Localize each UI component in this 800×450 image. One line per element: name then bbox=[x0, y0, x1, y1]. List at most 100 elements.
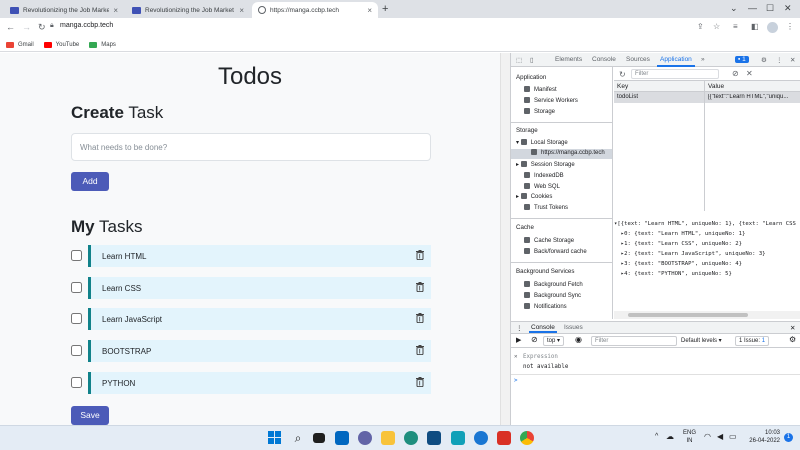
drawer-tab-console[interactable]: Console bbox=[529, 324, 557, 333]
horizontal-scrollbar[interactable] bbox=[614, 311, 800, 319]
gear-icon[interactable]: ⚙ bbox=[761, 56, 767, 64]
trash-icon[interactable] bbox=[416, 345, 424, 356]
object-entry[interactable]: ▸1: {text: "Learn CSS", uniqueNo: 2} bbox=[614, 241, 742, 247]
notification-badge[interactable]: 1 bbox=[784, 433, 793, 442]
task-label[interactable]: PYTHON bbox=[102, 379, 135, 388]
sidebar-item-service-workers[interactable]: Service Workers bbox=[524, 97, 578, 104]
bookmark-maps[interactable]: Maps bbox=[89, 41, 116, 48]
close-icon[interactable]: ✕ bbox=[790, 324, 795, 332]
edge-icon[interactable] bbox=[404, 431, 418, 445]
bookmark-youtube[interactable]: YouTube bbox=[43, 41, 79, 48]
close-window-icon[interactable]: ✕ bbox=[784, 3, 792, 14]
sidebar-item-local-storage[interactable]: ▾ Local Storage bbox=[516, 139, 568, 146]
sidebar-item-session-storage[interactable]: ▸ Session Storage bbox=[516, 161, 575, 168]
tab-console[interactable]: Console bbox=[592, 56, 616, 63]
key-column-header[interactable]: Key bbox=[617, 83, 628, 90]
windows-start-icon[interactable] bbox=[268, 431, 282, 445]
object-entry[interactable]: ▸2: {text: "Learn JavaScript", uniqueNo:… bbox=[614, 251, 766, 257]
save-button[interactable]: Save bbox=[71, 406, 109, 425]
object-entry[interactable]: ▸0: {text: "Learn HTML", uniqueNo: 1} bbox=[614, 231, 746, 237]
store-icon[interactable] bbox=[427, 431, 441, 445]
sidebar-item-trust-tokens[interactable]: Trust Tokens bbox=[524, 204, 568, 211]
page-scrollbar[interactable] bbox=[500, 53, 510, 425]
object-entry[interactable]: ▸4: {text: "PYTHON", uniqueNo: 5} bbox=[614, 271, 732, 277]
sidebar-item-notifications[interactable]: Notifications bbox=[524, 303, 567, 310]
sidebar-item-background-fetch[interactable]: Background Fetch bbox=[524, 281, 583, 288]
tab-sources[interactable]: Sources bbox=[626, 56, 650, 63]
context-selector[interactable]: top ▾ bbox=[543, 336, 565, 346]
task-checkbox[interactable] bbox=[71, 281, 82, 293]
profile-avatar[interactable] bbox=[767, 22, 778, 33]
trash-icon[interactable] bbox=[416, 313, 424, 324]
issues-counter[interactable]: 1 Issue: 1 bbox=[735, 336, 770, 346]
sidebar-item-cache-storage[interactable]: Cache Storage bbox=[524, 237, 574, 244]
task-checkbox[interactable] bbox=[71, 250, 82, 261]
log-levels-dropdown[interactable]: Default levels ▾ bbox=[681, 337, 722, 344]
more-tabs-icon[interactable]: » bbox=[701, 56, 705, 63]
share-icon[interactable]: ⇪ bbox=[697, 22, 704, 31]
scroll-thumb[interactable] bbox=[628, 313, 748, 317]
sidebar-toggle-icon[interactable]: ▶ bbox=[516, 336, 521, 344]
drawer-tab-issues[interactable]: Issues bbox=[564, 324, 583, 331]
new-tab-button[interactable]: + bbox=[382, 3, 388, 15]
reading-list-icon[interactable]: ≡ bbox=[733, 22, 738, 31]
sidebar-item-indexeddb[interactable]: IndexedDB bbox=[524, 172, 564, 179]
language-indicator[interactable]: ENG IN bbox=[683, 429, 696, 445]
inspect-element-icon[interactable]: ⬚ bbox=[516, 56, 522, 64]
battery-icon[interactable]: ▭ bbox=[729, 432, 737, 441]
clock[interactable]: 10:03 26-04-2022 bbox=[744, 429, 780, 445]
trash-icon[interactable] bbox=[416, 250, 424, 261]
forward-arrow-icon[interactable]: → bbox=[22, 22, 31, 32]
task-checkbox[interactable] bbox=[71, 376, 82, 388]
trash-icon[interactable] bbox=[416, 281, 424, 292]
storage-filter-input[interactable]: Filter bbox=[631, 69, 719, 79]
value-column-header[interactable]: Value bbox=[708, 83, 724, 90]
object-entry[interactable]: ▸3: {text: "BOOTSTRAP", uniqueNo: 4} bbox=[614, 261, 742, 267]
search-icon[interactable]: ⌕ bbox=[291, 431, 305, 445]
kebab-menu-icon[interactable]: ⋮ bbox=[786, 22, 794, 31]
sidebar-item-web-sql[interactable]: Web SQL bbox=[524, 183, 560, 190]
task-checkbox[interactable] bbox=[71, 345, 82, 357]
teams-chat-icon[interactable] bbox=[358, 431, 372, 445]
console-filter-input[interactable]: Filter bbox=[591, 336, 677, 346]
volume-icon[interactable]: ◀ bbox=[717, 432, 723, 441]
browser-tab-active[interactable]: https://manga.ccbp.tech × bbox=[252, 2, 378, 18]
task-label[interactable]: Learn CSS bbox=[102, 284, 141, 293]
file-explorer-icon[interactable] bbox=[381, 431, 395, 445]
maximize-icon[interactable]: ☐ bbox=[766, 3, 774, 14]
tab-elements[interactable]: Elements bbox=[555, 56, 582, 63]
minimize-icon[interactable]: — bbox=[748, 3, 757, 13]
task-view-icon[interactable] bbox=[313, 433, 325, 443]
eye-icon[interactable]: ◉ bbox=[575, 335, 582, 344]
sidebar-item-storage[interactable]: Storage bbox=[524, 108, 555, 115]
task-checkbox[interactable] bbox=[71, 313, 82, 325]
widgets-icon[interactable] bbox=[335, 431, 349, 445]
bookmark-star-icon[interactable]: ☆ bbox=[713, 22, 720, 31]
issues-badge[interactable]: ▪ 1 bbox=[735, 56, 749, 63]
address-bar[interactable]: manga.ccbp.tech bbox=[60, 22, 113, 29]
mcafee-icon[interactable] bbox=[497, 431, 511, 445]
task-label[interactable]: Learn HTML bbox=[102, 252, 146, 261]
side-panel-icon[interactable]: ◧ bbox=[751, 22, 759, 31]
tab-application[interactable]: Application bbox=[657, 56, 695, 67]
new-task-input[interactable] bbox=[71, 133, 431, 161]
kebab-menu-icon[interactable]: ⋮ bbox=[516, 324, 523, 332]
help-icon[interactable] bbox=[474, 431, 488, 445]
bookmark-gmail[interactable]: Gmail bbox=[6, 41, 34, 48]
sidebar-item-background-sync[interactable]: Background Sync bbox=[524, 292, 581, 299]
back-arrow-icon[interactable]: ← bbox=[6, 22, 15, 32]
add-button[interactable]: Add bbox=[71, 172, 109, 191]
gear-icon[interactable]: ⚙ bbox=[789, 335, 796, 344]
refresh-icon[interactable]: ↻ bbox=[619, 70, 626, 79]
app-icon[interactable] bbox=[451, 431, 465, 445]
browser-tab[interactable]: Revolutionizing the Job Market | × bbox=[4, 2, 124, 18]
chevron-up-icon[interactable]: ^ bbox=[655, 433, 658, 440]
sidebar-item-back-forward-cache[interactable]: Back/forward cache bbox=[524, 248, 587, 255]
clear-all-icon[interactable]: ⊘ bbox=[732, 69, 739, 78]
kebab-menu-icon[interactable]: ⋮ bbox=[776, 56, 783, 64]
sidebar-item-manifest[interactable]: Manifest bbox=[524, 86, 557, 93]
sidebar-item-cookies[interactable]: ▸ Cookies bbox=[516, 193, 552, 200]
device-toolbar-icon[interactable]: ▯ bbox=[530, 56, 534, 64]
table-row[interactable]: todoList [{"text":"Learn HTML","uniqu... bbox=[614, 92, 800, 103]
browser-tab[interactable]: Revolutionizing the Job Market | × bbox=[126, 2, 250, 18]
